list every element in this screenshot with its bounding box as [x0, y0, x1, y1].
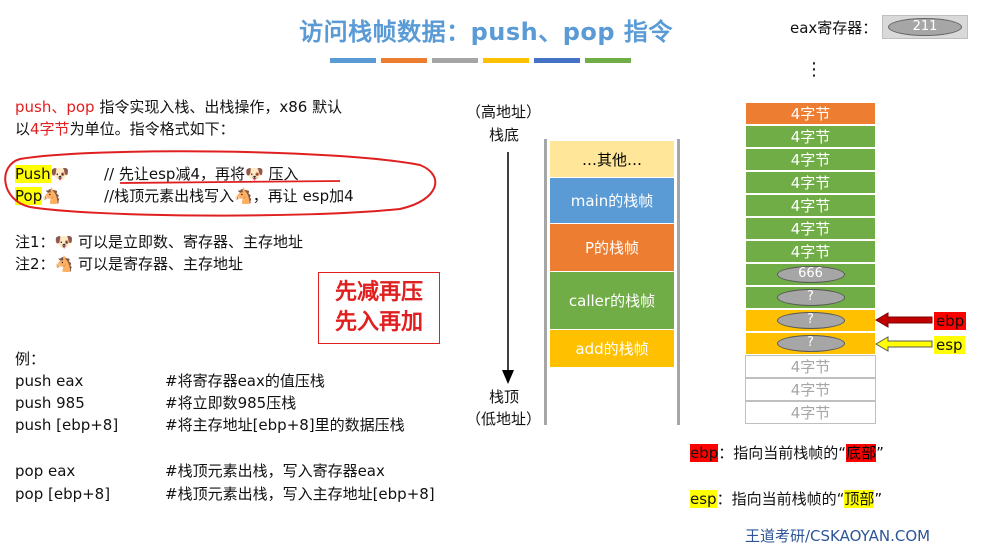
legend-ebp-key: 底部	[846, 444, 877, 462]
example-code-3: push [ebp+8]	[15, 416, 119, 434]
stack-cell-1: 4字节	[745, 102, 876, 125]
legend-esp-key: 顶部	[844, 490, 875, 508]
stack-cell-4: 4字节	[745, 171, 876, 194]
note-1: 注1：🐶 可以是立即数、寄存器、主存地址	[15, 231, 303, 253]
legend-esp: esp：指向当前栈帧的“顶部”	[690, 488, 882, 510]
frame-p: P的栈帧	[550, 224, 674, 271]
low-address-label: （低地址）	[466, 410, 542, 428]
example-comment-5: #栈顶元素出栈，写入主存地址[ebp+8]	[165, 485, 435, 503]
example-code-4: pop eax	[15, 462, 76, 480]
stack-cell-9: ?	[745, 286, 876, 309]
stack-cell-13: 4字节	[745, 378, 876, 401]
dog-icon: 🐶	[54, 233, 74, 251]
stack-bottom-label: 栈底	[489, 126, 520, 144]
legend-ebp-close: ”	[876, 444, 884, 462]
frame-caller: caller的栈帧	[550, 272, 674, 329]
stack-cell-10-value: ?	[776, 312, 845, 329]
pointer-arrows	[875, 312, 933, 352]
legend-ebp-tag: ebp	[690, 444, 719, 462]
eax-register-box: 211	[882, 15, 968, 39]
horse-icon: 🐴	[54, 255, 74, 273]
footer-brand: 王道考研/CSKAOYAN.COM	[745, 527, 931, 545]
stack-cell-6: 4字节	[745, 217, 876, 240]
legend-ebp-text: ：指向当前栈帧的“	[718, 444, 847, 462]
note-1-text: 可以是立即数、寄存器、主存地址	[73, 233, 304, 251]
tip-line-2: 先入再加	[334, 310, 423, 335]
format-highlight-ellipse	[4, 150, 437, 217]
tip-box: 先减再压 先入再加	[318, 272, 440, 344]
stack-cell-14: 4字节	[745, 401, 876, 424]
example-code-2: push 985	[15, 394, 85, 412]
title-bar-3	[432, 58, 478, 63]
stack-cell-8-value: 666	[776, 266, 845, 283]
legend-esp-close: ”	[874, 490, 883, 508]
note-1-prefix: 注1：	[15, 233, 55, 251]
example-code-5: pop [ebp+8]	[15, 485, 111, 503]
intro-text-2b: 为单位。指令格式如下：	[69, 120, 235, 138]
eax-register-label: eax寄存器：	[790, 19, 878, 37]
frame-others: …其他…	[550, 141, 674, 177]
example-comment-2: #将立即数985压栈	[165, 394, 297, 412]
frame-add: add的栈帧	[550, 330, 674, 367]
stack-cell-10-ebp: ?	[745, 309, 876, 332]
title-bar-6	[585, 58, 631, 63]
stack-cell-7: 4字节	[745, 240, 876, 263]
stack-cell-3: 4字节	[745, 148, 876, 171]
legend-esp-text: ：指向当前栈帧的“	[716, 490, 845, 508]
frame-main: main的栈帧	[550, 178, 674, 223]
ebp-pointer-label: ebp	[934, 312, 967, 330]
intro-text-2a: 以	[15, 120, 31, 138]
example-comment-4: #栈顶元素出栈，写入寄存器eax	[165, 462, 385, 480]
stack-continuation-ellipsis: ⋮	[805, 59, 823, 80]
examples-header: 例：	[15, 350, 46, 368]
stack-cell-5: 4字节	[745, 194, 876, 217]
high-address-label: （高地址）	[466, 103, 542, 121]
note-2-text: 可以是寄存器、主存地址	[73, 255, 244, 273]
stack-cell-11-value: ?	[776, 335, 845, 352]
eax-register-value: 211	[888, 18, 962, 36]
ebp-arrow-icon	[875, 312, 933, 328]
stack-frames-diagram: …其他… main的栈帧 P的栈帧 caller的栈帧 add的栈帧	[544, 139, 680, 425]
legend-esp-tag: esp	[690, 490, 717, 508]
stack-cell-2: 4字节	[745, 125, 876, 148]
stack-cell-8: 666	[745, 263, 876, 286]
title-bar-4	[483, 58, 529, 63]
tip-line-1: 先减再压	[334, 280, 423, 305]
esp-pointer-label: esp	[934, 336, 965, 354]
esp-arrow-icon	[875, 336, 933, 352]
intro-text-1: 指令实现入栈、出栈操作，x86 默认	[94, 98, 343, 116]
example-code-1: push eax	[15, 372, 84, 390]
note-2-prefix: 注2：	[15, 255, 55, 273]
note-2: 注2：🐴 可以是寄存器、主存地址	[15, 253, 243, 275]
intro-unit: 4字节	[30, 120, 70, 138]
title-bar-2	[381, 58, 427, 63]
stack-growth-arrow	[502, 152, 514, 384]
intro-line-1: push、pop 指令实现入栈、出栈操作，x86 默认	[15, 96, 342, 118]
example-comment-3: #将主存地址[ebp+8]里的数据压栈	[165, 416, 405, 434]
title-bar-1	[330, 58, 376, 63]
intro-line-2: 以4字节为单位。指令格式如下：	[15, 118, 235, 140]
stack-cell-11-esp: ?	[745, 332, 876, 355]
legend-ebp: ebp：指向当前栈帧的“底部”	[690, 442, 884, 464]
stack-cell-12: 4字节	[745, 355, 876, 378]
intro-keywords: push、pop	[15, 98, 95, 116]
title-bar-5	[534, 58, 580, 63]
stack-cell-9-value: ?	[776, 289, 845, 306]
example-comment-1: #将寄存器eax的值压栈	[165, 372, 325, 390]
stack-top-label: 栈顶	[489, 388, 520, 406]
